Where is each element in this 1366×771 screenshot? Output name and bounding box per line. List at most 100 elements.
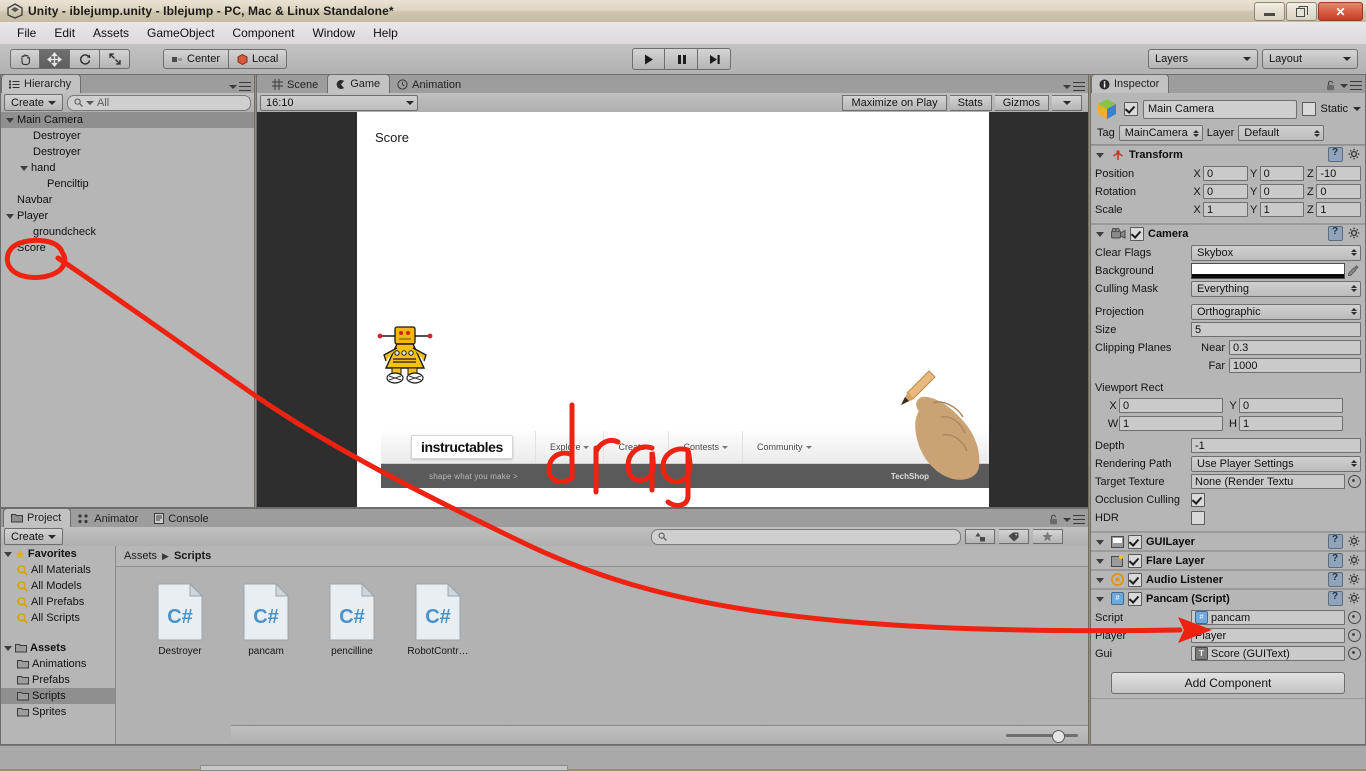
project-tree-animations[interactable]: Animations	[1, 656, 115, 672]
menu-file[interactable]: File	[8, 24, 45, 42]
project-tree-sprites[interactable]: Sprites	[1, 704, 115, 720]
project-tree-all-prefabs[interactable]: All Prefabs	[1, 594, 115, 610]
step-button[interactable]	[698, 48, 731, 70]
rotate-tool-button[interactable]	[70, 49, 100, 69]
scale-x-input[interactable]: 1	[1203, 202, 1248, 217]
disclosure-triangle-icon[interactable]	[19, 163, 29, 173]
rendering-path-dropdown[interactable]: Use Player Settings	[1191, 455, 1361, 472]
position-z-input[interactable]: -10	[1316, 166, 1362, 181]
guilayer-enabled-checkbox[interactable]	[1128, 534, 1142, 549]
static-toggle[interactable]: Static	[1302, 102, 1348, 116]
gameobject-enabled-checkbox[interactable]	[1124, 102, 1138, 116]
project-tree[interactable]: ★ Favorites All Materials All Models All…	[1, 546, 116, 744]
asset-item[interactable]: C# pancam	[230, 582, 302, 657]
menu-window[interactable]: Window	[303, 24, 364, 42]
depth-input[interactable]: -1	[1191, 438, 1361, 453]
tab-project[interactable]: Project	[3, 508, 72, 527]
tab-animation[interactable]: Animation	[390, 76, 471, 93]
rotation-z-input[interactable]: 0	[1316, 184, 1362, 199]
maximize-on-play-button[interactable]: Maximize on Play	[842, 94, 947, 111]
game-view[interactable]: Score instructables Explore Create Conte…	[257, 112, 1088, 507]
position-y-input[interactable]: 0	[1259, 166, 1305, 181]
tag-dropdown[interactable]: MainCamera	[1118, 125, 1203, 141]
camera-enabled-checkbox[interactable]	[1130, 226, 1144, 241]
hierarchy-search-input[interactable]: All	[67, 94, 251, 111]
hierarchy-item-penciltip[interactable]: Penciltip	[1, 176, 254, 192]
inspector-panel-menu[interactable]	[1326, 80, 1362, 91]
asset-zoom-slider[interactable]	[1006, 729, 1078, 743]
transform-header[interactable]: Transform	[1091, 146, 1365, 163]
help-icon[interactable]	[1328, 534, 1343, 549]
scale-z-input[interactable]: 1	[1316, 202, 1362, 217]
tab-console[interactable]: Console	[147, 510, 218, 527]
player-field[interactable]: Player	[1191, 628, 1345, 643]
static-checkbox[interactable]	[1302, 102, 1317, 116]
gear-icon[interactable]	[1348, 573, 1361, 586]
asset-item[interactable]: C# pencilline	[316, 582, 388, 657]
filter-by-type-button[interactable]	[965, 529, 996, 544]
hdr-checkbox[interactable]	[1191, 510, 1205, 525]
asset-item[interactable]: C# Destroyer	[144, 582, 216, 657]
pivot-button[interactable]: Center	[163, 49, 230, 69]
tab-game[interactable]: Game	[327, 74, 391, 93]
minimize-button[interactable]	[1254, 2, 1285, 21]
object-picker-icon[interactable]	[1348, 647, 1361, 660]
flare-layer-enabled-checkbox[interactable]	[1128, 553, 1142, 568]
help-icon[interactable]	[1328, 591, 1343, 606]
menu-assets[interactable]: Assets	[84, 24, 138, 42]
help-icon[interactable]	[1328, 226, 1343, 241]
project-tree-prefabs[interactable]: Prefabs	[1, 672, 115, 688]
play-button[interactable]	[632, 48, 665, 70]
tab-inspector[interactable]: Inspector	[1091, 74, 1170, 93]
space-button[interactable]: Local	[229, 49, 288, 69]
hierarchy-item-score[interactable]: Score	[1, 240, 254, 256]
help-icon[interactable]	[1328, 572, 1343, 587]
object-picker-icon[interactable]	[1348, 611, 1361, 624]
hierarchy-panel-menu[interactable]	[229, 82, 251, 91]
size-input[interactable]: 5	[1191, 322, 1361, 337]
disclosure-triangle-icon[interactable]	[5, 211, 15, 221]
disclosure-triangle-icon[interactable]	[1095, 594, 1105, 604]
aspect-ratio-dropdown[interactable]: 16:10	[260, 94, 418, 111]
object-picker-icon[interactable]	[1348, 475, 1361, 488]
menu-gameobject[interactable]: GameObject	[138, 24, 223, 42]
hierarchy-tree[interactable]: Main Camera Destroyer Destroyer hand Pen…	[1, 112, 254, 507]
far-input[interactable]: 1000	[1229, 358, 1361, 373]
layer-dropdown[interactable]: Default	[1238, 125, 1325, 141]
near-input[interactable]: 0.3	[1229, 340, 1361, 355]
projection-dropdown[interactable]: Orthographic	[1191, 303, 1361, 320]
project-tree-scripts[interactable]: Scripts	[1, 688, 115, 704]
background-color-swatch[interactable]	[1191, 262, 1345, 279]
culling-mask-dropdown[interactable]: Everything	[1191, 280, 1361, 297]
pause-button[interactable]	[665, 48, 698, 70]
menu-help[interactable]: Help	[364, 24, 407, 42]
pancam-enabled-checkbox[interactable]	[1128, 591, 1142, 606]
static-dropdown-icon[interactable]	[1353, 107, 1361, 111]
flare-layer-header[interactable]: Flare Layer	[1091, 552, 1365, 569]
tab-hierarchy[interactable]: Hierarchy	[1, 74, 82, 93]
project-tree-favorites[interactable]: ★ Favorites	[1, 546, 115, 562]
clear-flags-dropdown[interactable]: Skybox	[1191, 244, 1361, 261]
guilayer-header[interactable]: GUILayer	[1091, 533, 1365, 550]
stats-button[interactable]: Stats	[949, 94, 992, 111]
scale-tool-button[interactable]	[100, 49, 130, 69]
help-icon[interactable]	[1328, 553, 1343, 568]
audio-listener-enabled-checkbox[interactable]	[1128, 572, 1142, 587]
hierarchy-item-navbar[interactable]: Navbar	[1, 192, 254, 208]
viewport-x-input[interactable]: 0	[1119, 398, 1223, 413]
disclosure-triangle-icon[interactable]	[5, 115, 15, 125]
rotation-y-input[interactable]: 0	[1259, 184, 1305, 199]
disclosure-triangle-icon[interactable]	[1095, 150, 1105, 160]
hierarchy-item-destroyer-1[interactable]: Destroyer	[1, 128, 254, 144]
breadcrumb-assets[interactable]: Assets	[124, 550, 157, 562]
center-panel-menu[interactable]	[1063, 82, 1085, 91]
project-panel-menu[interactable]	[1049, 514, 1085, 525]
project-tree-all-models[interactable]: All Models	[1, 578, 115, 594]
layers-dropdown[interactable]: Layers	[1148, 49, 1258, 69]
help-icon[interactable]	[1328, 147, 1343, 162]
add-component-button[interactable]: Add Component	[1111, 672, 1345, 694]
hierarchy-item-groundcheck[interactable]: groundcheck	[1, 224, 254, 240]
pancam-header[interactable]: # Pancam (Script)	[1091, 590, 1365, 607]
filter-by-label-button[interactable]	[999, 529, 1030, 544]
gear-icon[interactable]	[1348, 148, 1361, 161]
